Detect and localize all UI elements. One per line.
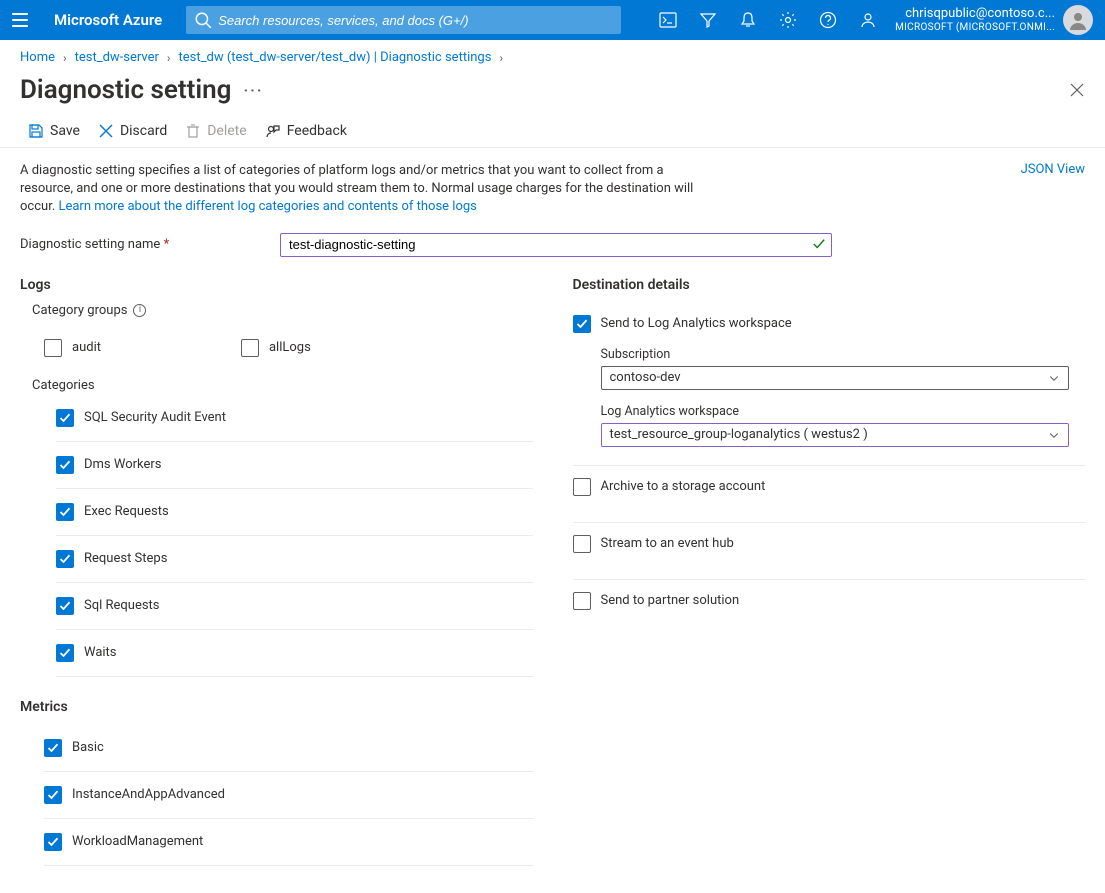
- checkbox[interactable]: [56, 456, 74, 474]
- category-groups-label: Category groups: [32, 303, 127, 318]
- dest-eventhub: Stream to an event hub: [573, 523, 1086, 580]
- checkbox[interactable]: [44, 739, 62, 757]
- cloud-shell-icon[interactable]: [659, 11, 677, 29]
- person-feedback-icon: [265, 123, 281, 139]
- bell-icon[interactable]: [739, 11, 757, 29]
- checkbox[interactable]: [44, 786, 62, 804]
- metric-instance-advanced[interactable]: InstanceAndAppAdvanced: [44, 772, 533, 819]
- dest-storage-row[interactable]: Archive to a storage account: [573, 472, 1086, 504]
- cat-sql-security-audit[interactable]: SQL Security Audit Event: [56, 401, 533, 442]
- breadcrumb-diagnostic[interactable]: test_dw (test_dw-server/test_dw) | Diagn…: [179, 50, 492, 65]
- account-menu[interactable]: chrisqpublic@contoso.c... MICROSOFT (MIC…: [895, 5, 1093, 35]
- metrics-heading: Metrics: [20, 699, 533, 715]
- breadcrumb-server[interactable]: test_dw-server: [75, 50, 159, 65]
- discard-icon: [98, 123, 114, 139]
- gear-icon[interactable]: [779, 11, 797, 29]
- dest-log-analytics: Send to Log Analytics workspace Subscrip…: [573, 303, 1086, 466]
- description-text: A diagnostic setting specifies a list of…: [20, 162, 715, 217]
- chevron-right-icon: ›: [167, 51, 171, 65]
- trash-icon: [185, 123, 201, 139]
- subscription-label: Subscription: [601, 347, 1086, 362]
- group-alllogs[interactable]: allLogs: [241, 332, 311, 364]
- top-icons: [659, 11, 877, 29]
- chevron-right-icon: ›: [499, 51, 503, 65]
- page-title: Diagnostic setting: [20, 75, 231, 105]
- metric-workload-mgmt[interactable]: WorkloadManagement: [44, 819, 533, 866]
- checkbox[interactable]: [56, 409, 74, 427]
- dest-storage: Archive to a storage account: [573, 466, 1086, 523]
- account-email: chrisqpublic@contoso.c...: [895, 7, 1055, 22]
- logs-metrics-column: Logs Category groups i audit allLogs Cat…: [20, 271, 533, 866]
- filter-icon[interactable]: [699, 11, 717, 29]
- info-icon[interactable]: i: [133, 304, 146, 317]
- person-icon: [1068, 10, 1088, 30]
- valid-check-icon: [812, 237, 826, 251]
- json-view-link[interactable]: JSON View: [1021, 162, 1085, 217]
- top-bar: Microsoft Azure chrisqpublic@contoso.c..…: [0, 0, 1105, 40]
- feedback-icon[interactable]: [859, 11, 877, 29]
- checkbox[interactable]: [44, 833, 62, 851]
- destination-column: Destination details Send to Log Analytic…: [573, 271, 1086, 866]
- dest-eventhub-row[interactable]: Stream to an event hub: [573, 529, 1086, 561]
- help-icon[interactable]: [819, 11, 837, 29]
- menu-toggle[interactable]: [8, 8, 32, 32]
- workspace-label: Log Analytics workspace: [601, 404, 1086, 419]
- cat-waits[interactable]: Waits: [56, 630, 533, 677]
- brand[interactable]: Microsoft Azure: [54, 11, 162, 29]
- learn-more-link[interactable]: Learn more about the different log categ…: [58, 199, 476, 214]
- checkbox[interactable]: [573, 315, 591, 333]
- search-icon: [194, 11, 212, 29]
- breadcrumb-home[interactable]: Home: [20, 50, 55, 65]
- group-audit[interactable]: audit: [44, 332, 101, 364]
- description-row: A diagnostic setting specifies a list of…: [0, 148, 1105, 227]
- discard-button[interactable]: Discard: [98, 123, 167, 139]
- workspace-select[interactable]: test_resource_group-loganalytics ( westu…: [601, 423, 1069, 447]
- save-icon: [28, 123, 44, 139]
- setting-name-input[interactable]: [280, 233, 832, 257]
- checkbox[interactable]: [573, 478, 591, 496]
- dest-log-analytics-row[interactable]: Send to Log Analytics workspace: [573, 309, 1086, 341]
- dest-partner-row[interactable]: Send to partner solution: [573, 586, 1086, 618]
- avatar[interactable]: [1063, 5, 1093, 35]
- search-input[interactable]: [212, 12, 613, 29]
- checkbox[interactable]: [56, 503, 74, 521]
- global-search[interactable]: [186, 6, 621, 34]
- cat-sql-requests[interactable]: Sql Requests: [56, 583, 533, 630]
- setting-name-label: Diagnostic setting name *: [20, 237, 260, 252]
- chevron-right-icon: ›: [63, 51, 67, 65]
- checkbox[interactable]: [241, 339, 259, 357]
- logs-heading: Logs: [20, 277, 533, 293]
- subscription-select[interactable]: contoso-dev: [601, 366, 1069, 390]
- categories-label: Categories: [20, 378, 533, 393]
- checkbox[interactable]: [56, 597, 74, 615]
- close-button[interactable]: [1069, 82, 1085, 98]
- chevron-down-icon: [1048, 429, 1060, 441]
- destination-heading: Destination details: [573, 277, 1086, 293]
- checkbox[interactable]: [56, 550, 74, 568]
- checkbox[interactable]: [573, 535, 591, 553]
- more-actions[interactable]: ···: [243, 81, 263, 100]
- cat-dms-workers[interactable]: Dms Workers: [56, 442, 533, 489]
- dest-partner: Send to partner solution: [573, 580, 1086, 636]
- checkbox[interactable]: [573, 592, 591, 610]
- title-row: Diagnostic setting ···: [0, 69, 1105, 117]
- command-bar: Save Discard Delete Feedback: [0, 117, 1105, 148]
- setting-name-field: Diagnostic setting name *: [0, 227, 1105, 271]
- feedback-button[interactable]: Feedback: [265, 123, 347, 139]
- close-icon: [1069, 82, 1085, 98]
- metric-basic[interactable]: Basic: [44, 725, 533, 772]
- cat-exec-requests[interactable]: Exec Requests: [56, 489, 533, 536]
- account-dir: MICROSOFT (MICROSOFT.ONMI...: [895, 22, 1055, 34]
- cat-request-steps[interactable]: Request Steps: [56, 536, 533, 583]
- checkbox[interactable]: [44, 339, 62, 357]
- delete-button: Delete: [185, 123, 246, 139]
- chevron-down-icon: [1048, 372, 1060, 384]
- checkbox[interactable]: [56, 644, 74, 662]
- save-button[interactable]: Save: [28, 123, 80, 139]
- breadcrumb: Home › test_dw-server › test_dw (test_dw…: [0, 40, 1105, 69]
